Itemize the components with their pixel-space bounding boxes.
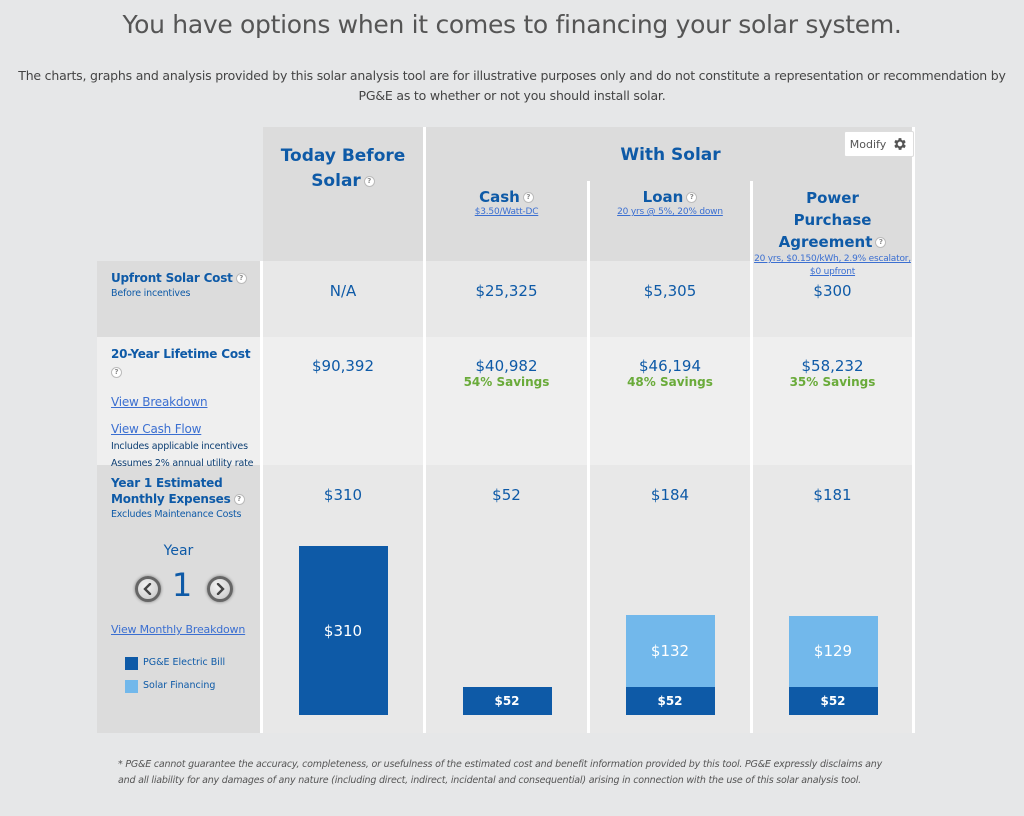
chevron-left-icon: [143, 583, 152, 595]
view-breakdown-link[interactable]: View Breakdown: [111, 395, 208, 409]
bar-loan-solar-financing: $132: [625, 614, 715, 687]
row-sublabel: Before incentives: [111, 288, 191, 299]
bar-ppa-solar-financing: $129: [788, 616, 878, 687]
legend-label-financing: Solar Financing: [143, 680, 216, 691]
chevron-right-icon: [216, 583, 225, 595]
help-icon[interactable]: ?: [111, 367, 122, 378]
row-sublabel: Excludes Maintenance Costs: [111, 509, 242, 520]
with-solar-title: With Solar: [620, 145, 721, 165]
lifetime-today: $90,392: [263, 357, 423, 375]
view-monthly-breakdown-link[interactable]: View Monthly Breakdown: [111, 623, 245, 636]
today-before-solar-title: Today Before Solar?: [263, 144, 423, 194]
lifetime-value: $40,982: [475, 357, 538, 375]
legend-label-electric: PG&E Electric Bill: [143, 657, 226, 668]
divider: [587, 181, 590, 733]
today-title-text: Today Before Solar: [280, 146, 406, 191]
cash-assumptions-link[interactable]: $3.50/Watt-DC: [426, 207, 587, 217]
loan-assumptions-link[interactable]: 20 yrs @ 5%, 20% down: [590, 207, 750, 217]
help-icon[interactable]: ?: [233, 494, 245, 505]
next-year-button[interactable]: [207, 576, 233, 602]
bar-today-electric-bill: $310: [298, 546, 388, 715]
modify-label: Modify: [849, 137, 887, 151]
monthly-value-ppa: $181: [813, 486, 852, 504]
row-label-text: 20-Year Lifetime Cost: [111, 347, 251, 361]
bar-label: $52: [657, 693, 683, 708]
bar-label: $52: [820, 693, 846, 708]
help-icon[interactable]: ?: [363, 175, 375, 187]
bar-loan-electric-bill: $52: [625, 686, 715, 715]
upfront-label: Upfront Solar Cost? Before incentives: [111, 270, 261, 301]
lifetime-label: 20-Year Lifetime Cost ? View Breakdown V…: [111, 346, 261, 471]
option-title: Cash: [479, 188, 520, 206]
lifetime-ppa: $58,232 35% Savings: [753, 357, 912, 389]
bar-label: $129: [813, 642, 853, 661]
modify-button[interactable]: Modify: [844, 131, 914, 157]
bar-ppa-electric-bill: $52: [788, 686, 878, 715]
legend-swatch-electric: [125, 657, 138, 670]
view-cash-flow-link[interactable]: View Cash Flow: [111, 422, 201, 436]
help-icon[interactable]: ?: [235, 273, 247, 284]
row-label-text: Monthly Expenses: [111, 492, 231, 506]
monthly-value-loan: $184: [650, 486, 690, 504]
lifetime-loan: $46,194 48% Savings: [590, 357, 750, 389]
help-icon[interactable]: ?: [686, 192, 698, 203]
legend-swatch-financing: [125, 680, 138, 693]
savings-badge: 48% Savings: [627, 375, 713, 389]
lifetime-cash: $40,982 54% Savings: [426, 357, 587, 389]
option-title: Loan: [642, 188, 684, 206]
bar-label: $310: [323, 621, 363, 640]
savings-badge: 35% Savings: [789, 375, 876, 389]
monthly-label: Year 1 Estimated Monthly Expenses? Exclu…: [111, 475, 261, 522]
help-icon[interactable]: ?: [522, 192, 534, 203]
footnote-disclaimer: * PG&E cannot guarantee the accuracy, co…: [118, 759, 882, 786]
option-header-loan: Loan? 20 yrs @ 5%, 20% down: [590, 187, 750, 217]
row-label-text: Year 1 Estimated: [111, 476, 223, 490]
divider: [912, 127, 915, 733]
top-disclaimer: The charts, graphs and analysis provided…: [18, 68, 1006, 103]
option-title: Power Purchase Agreement: [778, 189, 873, 251]
lifetime-value: $90,392: [311, 357, 375, 375]
year-label: Year: [163, 543, 194, 559]
lifetime-value: $58,232: [801, 357, 864, 375]
bar-label: $132: [650, 641, 690, 660]
help-icon[interactable]: ?: [875, 237, 887, 248]
utility-rate-note: Assumes 2% annual utility rate: [111, 458, 254, 469]
upfront-value-today: N/A: [329, 282, 357, 300]
bar-cash-electric-bill: $52: [462, 686, 552, 715]
page-title: You have options when it comes to financ…: [122, 10, 902, 39]
monthly-value-cash: $52: [492, 486, 521, 504]
monthly-value-today: $310: [323, 486, 363, 504]
option-header-ppa: Power Purchase Agreement? 20 yrs, $0.150…: [753, 187, 912, 279]
upfront-value-loan: $5,305: [643, 282, 697, 300]
ppa-assumptions-link[interactable]: 20 yrs, $0.150/kWh, 2.9% escalator, $0 u…: [753, 253, 912, 279]
divider: [423, 127, 426, 733]
upfront-value-ppa: $300: [813, 282, 852, 300]
upfront-value-cash: $25,325: [475, 282, 538, 300]
comparison-grid: Today Before Solar? With Solar Modify Ca…: [97, 127, 915, 733]
bar-label: $52: [494, 693, 520, 708]
year-value: 1: [171, 566, 193, 604]
incentives-note: Includes applicable incentives: [111, 441, 248, 452]
monthly-breakdown-link-wrap: View Monthly Breakdown: [111, 618, 261, 637]
lifetime-value: $46,194: [638, 357, 702, 375]
savings-badge: 54% Savings: [463, 375, 550, 389]
option-header-cash: Cash? $3.50/Watt-DC: [426, 187, 587, 217]
row-label-text: Upfront Solar Cost: [111, 271, 233, 285]
gear-icon: [894, 138, 907, 150]
